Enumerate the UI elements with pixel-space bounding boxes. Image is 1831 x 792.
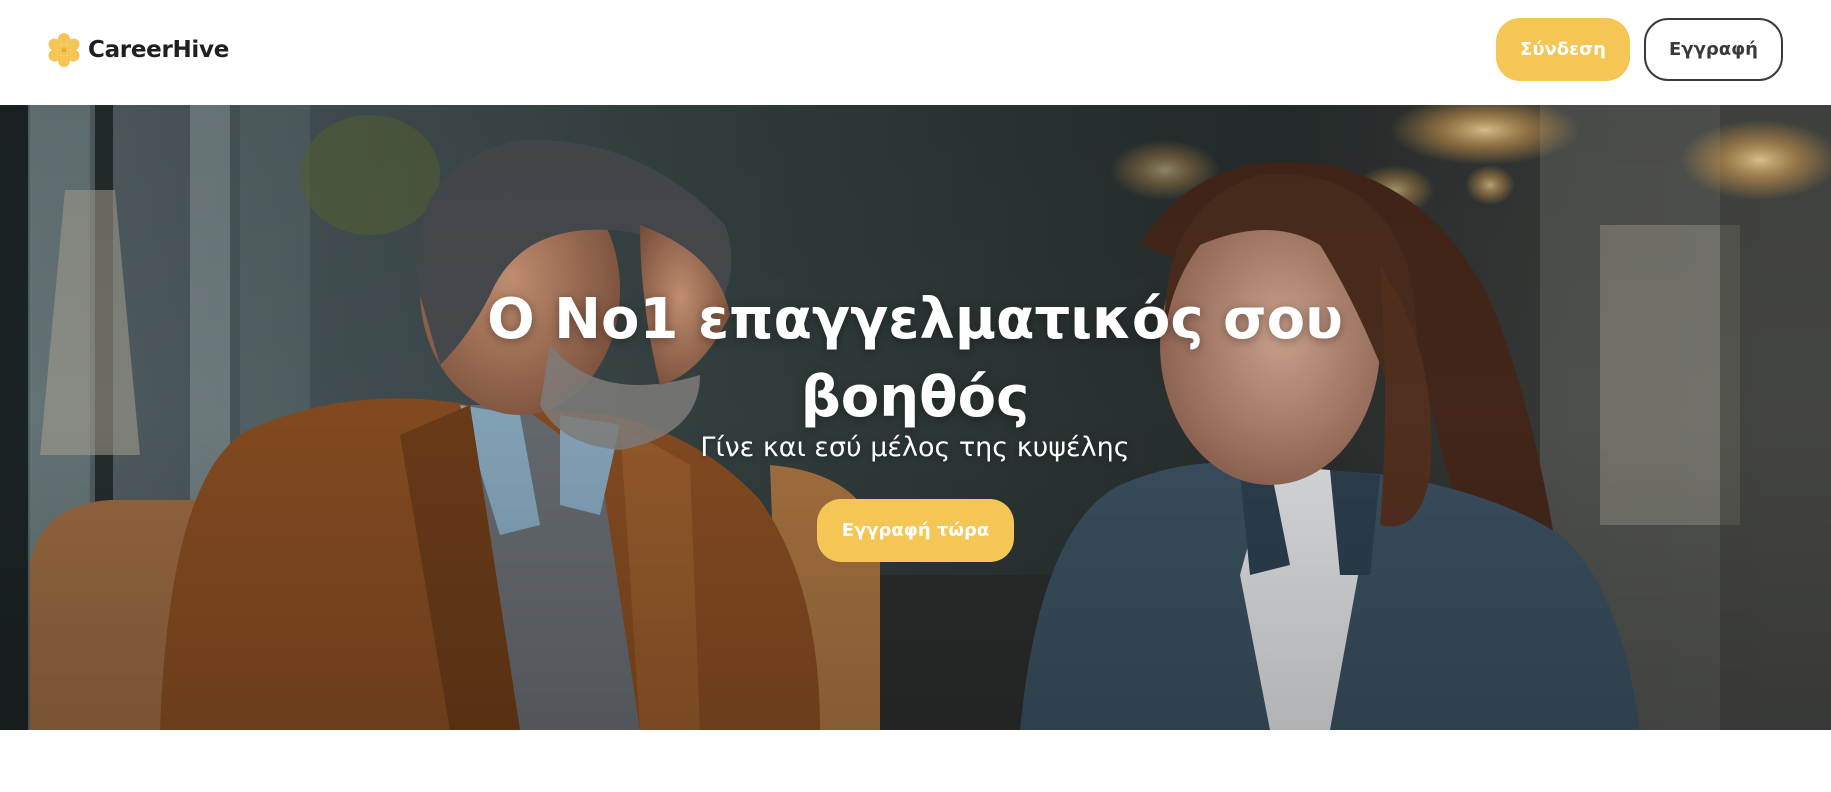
login-button[interactable]: Σύνδεση — [1496, 18, 1630, 81]
hero-content: Ο Νο1 επαγγελματικός σου βοηθός Γίνε και… — [0, 105, 1831, 730]
nav-actions: Σύνδεση Εγγραφή — [1496, 18, 1783, 81]
register-now-button[interactable]: Εγγραφή τώρα — [817, 499, 1014, 562]
hero-title: Ο Νο1 επαγγελματικός σου βοηθός — [487, 287, 1343, 430]
top-navbar: CareerHive Σύνδεση Εγγραφή — [0, 0, 1831, 105]
honeycomb-icon — [48, 33, 80, 67]
hero-section: Ο Νο1 επαγγελματικός σου βοηθός Γίνε και… — [0, 105, 1831, 730]
brand-logo[interactable]: CareerHive — [46, 31, 229, 69]
brand-name: CareerHive — [88, 37, 230, 63]
register-button[interactable]: Εγγραφή — [1644, 18, 1783, 81]
hero-subtitle: Γίνε και εσύ μέλος της κυψέλης — [700, 432, 1130, 463]
